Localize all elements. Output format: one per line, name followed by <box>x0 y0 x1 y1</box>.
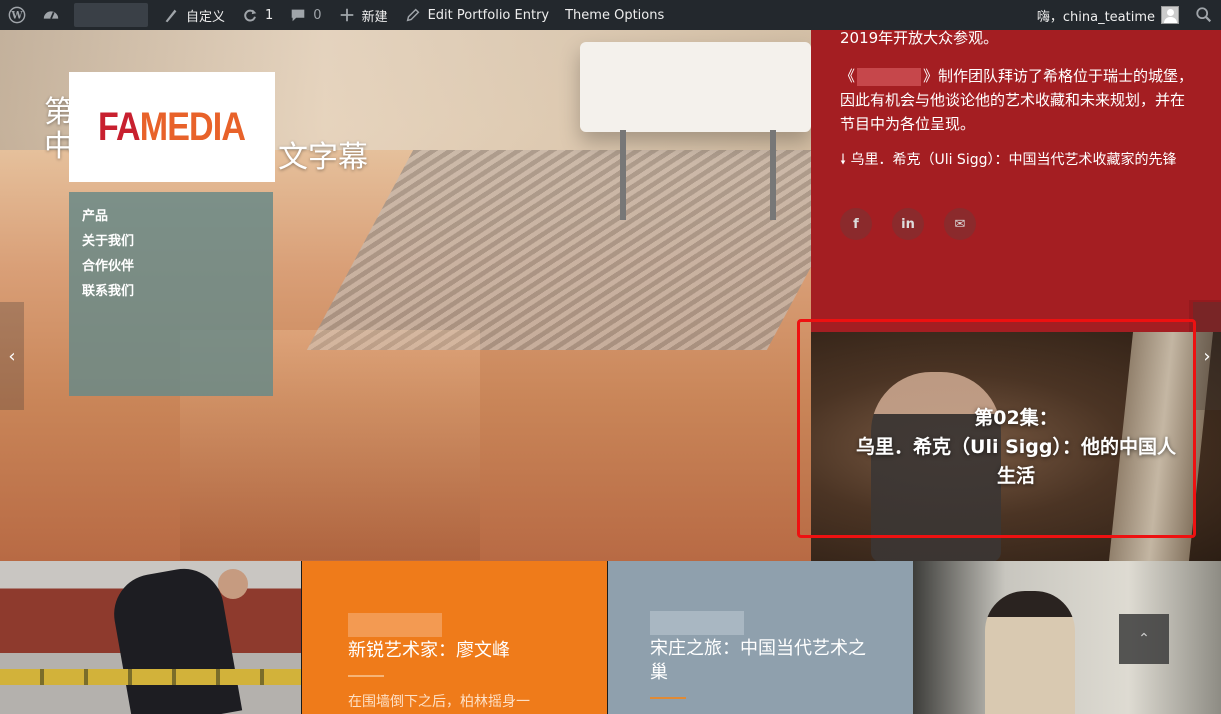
portfolio-tile-songzhuang[interactable]: 宋庄之旅：中国当代艺术之 巢 <box>608 561 913 714</box>
episode-title: 第02集： 乌里．希克（Uli Sigg）：他的中国人 生活 <box>856 407 1176 487</box>
search-button[interactable] <box>1187 0 1221 30</box>
tile-photo-person <box>985 591 1075 714</box>
famedia-logo[interactable]: FAMEDIA <box>69 72 275 182</box>
dashboard-button[interactable] <box>34 0 68 30</box>
theme-options-button[interactable]: Theme Options <box>557 0 672 30</box>
hero-background-bench <box>580 42 811 132</box>
slider-prev-button[interactable]: ‹ <box>0 302 24 410</box>
episode-card[interactable]: 第02集： 乌里．希克（Uli Sigg）：他的中国人 生活 <box>811 332 1221 561</box>
wordpress-logo-button[interactable]: W <box>0 0 34 30</box>
user-greeting: 嗨，china_teatime <box>1036 9 1155 25</box>
edit-portfolio-label: Edit Portfolio Entry <box>427 7 550 23</box>
wordpress-icon: W <box>8 6 26 24</box>
hero-title-subtitle-text: 文字幕 <box>278 140 368 175</box>
admin-bar: W 自定义 1 0 新建 Edit Portfolio Entry Theme … <box>0 0 1221 30</box>
social-share-bar: f in ✉ <box>840 208 1199 240</box>
theme-options-label: Theme Options <box>565 7 665 23</box>
tile-photo-head <box>218 569 248 599</box>
nav-item-about[interactable]: 关于我们 <box>82 229 260 254</box>
tile-title: 宋庄之旅：中国当代艺术之 巢 <box>650 638 866 683</box>
facebook-icon[interactable]: f <box>840 208 872 240</box>
slider-next-button[interactable]: › <box>1193 302 1221 410</box>
portfolio-tile-artist-photo[interactable] <box>0 561 301 714</box>
pencil-icon <box>404 6 422 24</box>
logo-wordmark: FAMEDIA <box>98 104 246 149</box>
dashboard-icon <box>42 6 60 24</box>
customize-button[interactable]: 自定义 <box>154 0 233 30</box>
portfolio-tile-artist-studio[interactable] <box>913 561 1221 714</box>
excerpt-paragraph: 《》制作团队拜访了希格位于瑞士的城堡，因此有机会与他谈论他的艺术收藏和未来规划，… <box>840 67 1194 133</box>
main-nav-menu: 产品 关于我们 合作伙伴 联系我们 <box>69 192 273 396</box>
edit-portfolio-button[interactable]: Edit Portfolio Entry <box>396 0 558 30</box>
tile-photo-train <box>0 669 301 685</box>
article-excerpt-panel: 2019年开放大众参观。 《》制作团队拜访了希格位于瑞士的城堡，因此有机会与他谈… <box>811 29 1221 332</box>
email-icon[interactable]: ✉ <box>944 208 976 240</box>
nav-item-products[interactable]: 产品 <box>82 204 260 229</box>
user-account-button[interactable]: 嗨，china_teatime <box>1029 0 1187 30</box>
excerpt-link[interactable]: 🠗 乌里．希克（Uli Sigg）：中国当代艺术收藏家的先锋 <box>840 148 1199 172</box>
new-content-button[interactable]: 新建 <box>330 0 396 30</box>
portfolio-tile-new-artist[interactable]: 新锐艺术家：廖文峰 在围墙倒下之后，柏林摇身一 <box>302 561 607 714</box>
chevron-up-icon: ⌃ <box>1138 631 1150 647</box>
hero-bench-leg <box>770 130 776 220</box>
site-name-redacted[interactable] <box>74 3 148 27</box>
svg-text:W: W <box>10 11 23 22</box>
redacted-category <box>650 611 744 635</box>
chevron-right-icon: › <box>1203 345 1211 367</box>
nav-item-contact[interactable]: 联系我们 <box>82 279 260 304</box>
customize-label: 自定义 <box>186 9 226 25</box>
linkedin-icon[interactable]: in <box>892 208 924 240</box>
search-icon <box>1195 6 1213 24</box>
tile-title: 新锐艺术家：廖文峰 <box>348 640 510 661</box>
title-divider <box>650 697 686 699</box>
plus-icon <box>338 6 356 24</box>
title-divider <box>348 675 384 677</box>
avatar <box>1161 6 1179 24</box>
hero-background-rug <box>306 150 811 350</box>
scroll-to-top-button[interactable]: ⌃ <box>1119 614 1169 664</box>
updates-button[interactable]: 1 <box>233 0 281 30</box>
updates-count: 1 <box>265 7 274 23</box>
tile-excerpt: 在围墙倒下之后，柏林摇身一 <box>348 694 530 710</box>
new-label: 新建 <box>361 9 388 25</box>
comment-icon <box>289 6 307 24</box>
comments-button[interactable]: 0 <box>281 0 329 30</box>
nav-item-partners[interactable]: 合作伙伴 <box>82 254 260 279</box>
chevron-left-icon: ‹ <box>8 345 16 367</box>
redacted-category <box>348 613 442 637</box>
hero-bench-leg <box>620 130 626 220</box>
redacted-text <box>857 67 922 86</box>
refresh-icon <box>241 6 259 24</box>
paintbrush-icon <box>162 6 180 24</box>
comments-count: 0 <box>313 7 322 23</box>
